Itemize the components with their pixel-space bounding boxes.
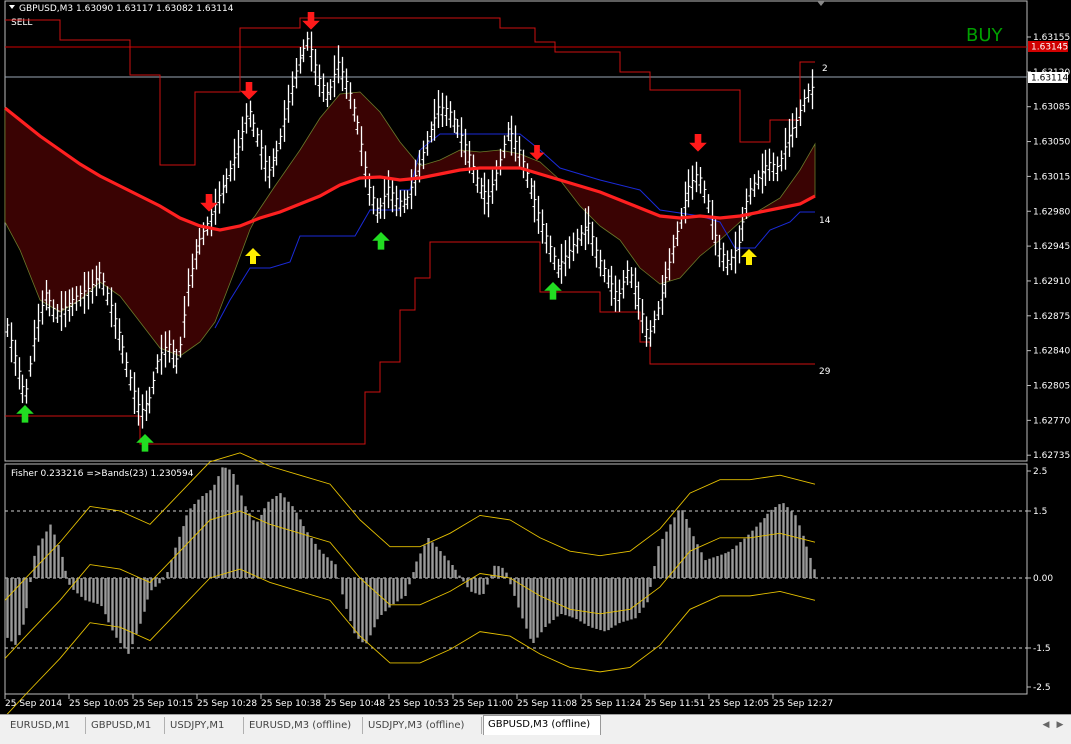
price-axis: 1.631551.631201.630851.630501.630151.629… <box>1027 33 1070 461</box>
chart-tab-bar: EURUSD,M1 GBPUSD,M1 USDJPY,M1 EURUSD,M3 (of… <box>0 714 1071 744</box>
time-tick-label: 25 Sep 12:27 <box>773 699 833 709</box>
time-tick-label: 25 Sep 11:00 <box>453 699 513 709</box>
buy-signal-label: BUY <box>966 25 1004 46</box>
tab-scroll-right-icon[interactable]: ▶ <box>1054 719 1066 731</box>
price-tick-label: 1.62770 <box>1033 416 1070 426</box>
tab-usdjpy-m1[interactable]: USDJPY,M1 <box>166 717 244 734</box>
svg-text:1.63145: 1.63145 <box>1031 43 1068 53</box>
tab-eurusd-m1[interactable]: EURUSD,M1 <box>6 717 86 734</box>
time-tick-label: 25 Sep 10:15 <box>133 699 193 709</box>
ask-price-tag: 1.63145 <box>1028 41 1068 53</box>
tab-gbpusd-m3-offline[interactable]: GBPUSD,M3 (offline) <box>483 715 601 735</box>
time-tick-label: 25 Sep 10:53 <box>389 699 449 709</box>
time-tick-label: 25 Sep 10:48 <box>325 699 385 709</box>
indicator-tick-label: 1.5 <box>1033 507 1047 517</box>
level-label-mid: 14 <box>819 216 831 226</box>
tab-usdjpy-m3-offline[interactable]: USDJPY,M3 (offline) <box>364 717 482 734</box>
level-label-top: 2 <box>822 64 828 74</box>
indicator-header: Fisher 0.233216 =>Bands(23) 1.230594 <box>11 469 194 479</box>
chart-window[interactable]: GBPUSD,M3 1.63090 1.63117 1.63082 1.6311… <box>0 0 1071 714</box>
time-tick-label: 25 Sep 2014 <box>5 699 62 709</box>
time-tick-label: 25 Sep 11:51 <box>645 699 705 709</box>
level-label-bottom: 29 <box>819 367 831 377</box>
price-tick-label: 1.62840 <box>1033 347 1070 357</box>
price-tick-label: 1.62805 <box>1033 382 1070 392</box>
time-tick-label: 25 Sep 11:24 <box>581 699 641 709</box>
indicator-axis: 2.5 1.5 0.00 -1.5 -2.5 <box>1027 467 1053 693</box>
time-tick-label: 25 Sep 12:05 <box>709 699 769 709</box>
tab-scroll-left-icon[interactable]: ◀ <box>1040 719 1052 731</box>
tab-eurusd-m3-offline[interactable]: EURUSD,M3 (offline) <box>245 717 363 734</box>
price-tick-label: 1.62735 <box>1033 451 1070 461</box>
price-tick-label: 1.62945 <box>1033 242 1070 252</box>
indicator-tick-label: 0.00 <box>1033 574 1053 584</box>
price-tick-label: 1.63015 <box>1033 172 1070 182</box>
time-tick-label: 25 Sep 10:28 <box>197 699 257 709</box>
price-tick-label: 1.63085 <box>1033 103 1070 113</box>
chart-header: GBPUSD,M3 1.63090 1.63117 1.63082 1.6311… <box>19 4 234 14</box>
indicator-tick-label: -2.5 <box>1033 683 1051 693</box>
price-tick-label: 1.63050 <box>1033 138 1070 148</box>
price-tick-label: 1.62910 <box>1033 277 1070 287</box>
bid-price-tag: 1.63114 <box>1028 72 1068 84</box>
time-tick-label: 25 Sep 10:05 <box>69 699 129 709</box>
price-tick-label: 1.62875 <box>1033 312 1070 322</box>
time-tick-label: 25 Sep 10:38 <box>261 699 321 709</box>
time-axis: 25 Sep 2014 25 Sep 10:05 25 Sep 10:15 25 Se… <box>4 694 833 709</box>
svg-text:1.63114: 1.63114 <box>1031 74 1068 84</box>
indicator-tick-label: -1.5 <box>1033 644 1051 654</box>
price-tick-label: 1.62980 <box>1033 207 1070 217</box>
indicator-tick-label: 2.5 <box>1033 467 1047 477</box>
tab-gbpusd-m1[interactable]: GBPUSD,M1 <box>87 717 165 734</box>
time-tick-label: 25 Sep 11:08 <box>517 699 577 709</box>
